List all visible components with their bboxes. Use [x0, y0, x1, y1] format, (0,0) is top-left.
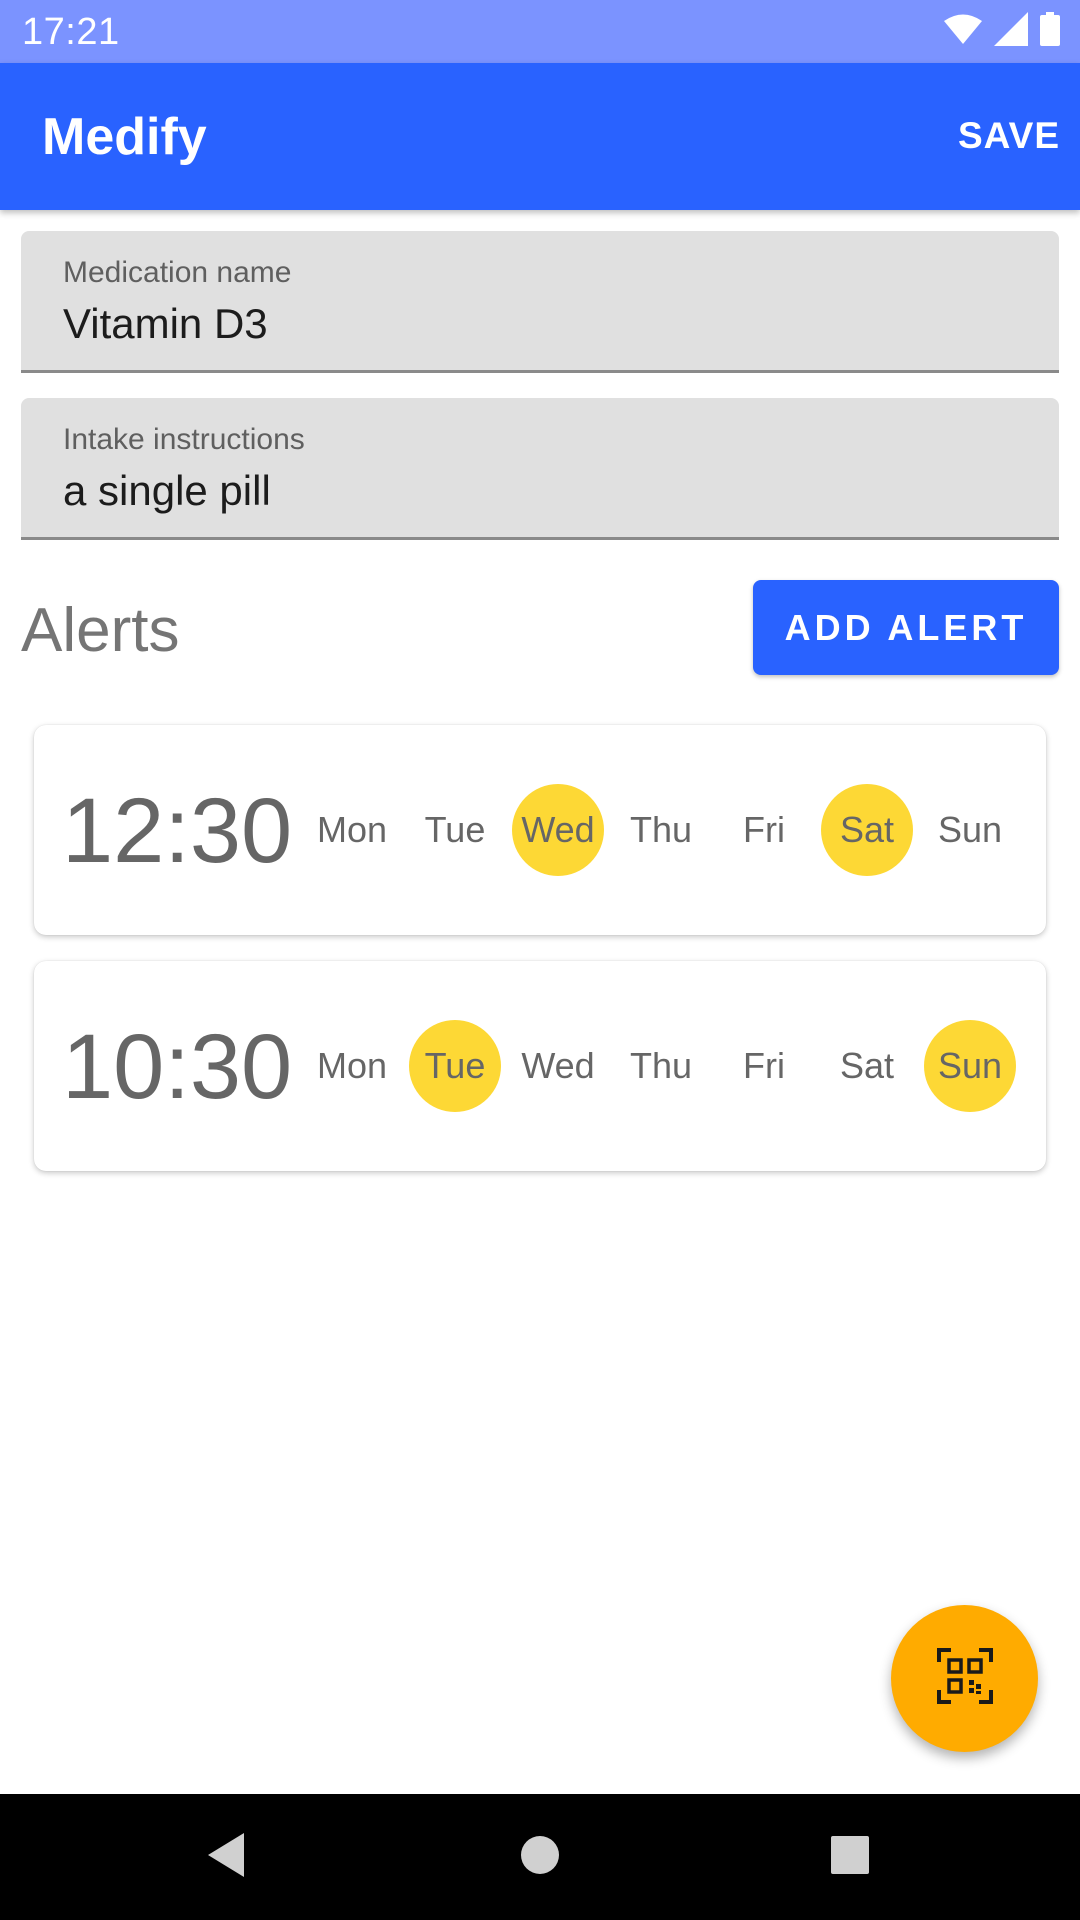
navigation-bar	[0, 1794, 1080, 1920]
day-toggle-tue[interactable]: Tue	[409, 784, 501, 876]
save-button[interactable]: SAVE	[958, 111, 1060, 161]
day-toggle-sat[interactable]: Sat	[821, 784, 913, 876]
day-toggle-mon[interactable]: Mon	[306, 784, 398, 876]
home-icon	[520, 1835, 560, 1880]
recents-button[interactable]	[820, 1827, 880, 1887]
app-title: Medify	[42, 108, 207, 166]
medication-name-label: Medication name	[63, 256, 292, 289]
home-button[interactable]	[510, 1827, 570, 1887]
status-bar: 17:21	[0, 0, 1080, 63]
intake-instructions-value[interactable]: a single pill	[63, 466, 271, 516]
medication-name-field[interactable]: Medication name Vitamin D3	[21, 231, 1059, 373]
wifi-icon	[944, 14, 982, 49]
day-toggle-thu[interactable]: Thu	[615, 784, 707, 876]
signal-icon	[994, 11, 1028, 51]
intake-instructions-field[interactable]: Intake instructions a single pill	[21, 398, 1059, 540]
alert-time[interactable]: 10:30	[62, 1017, 292, 1117]
day-toggle-sat[interactable]: Sat	[821, 1020, 913, 1112]
intake-instructions-label: Intake instructions	[63, 423, 305, 456]
recents-icon	[830, 1835, 870, 1880]
add-alert-button[interactable]: ADD ALERT	[753, 580, 1059, 675]
status-time: 17:21	[22, 11, 120, 53]
alert-time[interactable]: 12:30	[62, 781, 292, 881]
day-toggle-fri[interactable]: Fri	[718, 1020, 810, 1112]
alert-card[interactable]: 10:30 Mon Tue Wed Thu Fri Sat Sun	[34, 961, 1046, 1171]
qr-code-scan-icon	[936, 1648, 993, 1709]
day-toggle-tue[interactable]: Tue	[409, 1020, 501, 1112]
day-toggle-sun[interactable]: Sun	[924, 1020, 1016, 1112]
app-bar: Medify SAVE	[0, 63, 1080, 210]
scan-qr-button[interactable]	[891, 1605, 1038, 1752]
day-toggle-sun[interactable]: Sun	[924, 784, 1016, 876]
day-toggle-mon[interactable]: Mon	[306, 1020, 398, 1112]
alerts-heading: Alerts	[21, 596, 180, 665]
day-toggle-wed[interactable]: Wed	[512, 1020, 604, 1112]
day-toggle-thu[interactable]: Thu	[615, 1020, 707, 1112]
back-button[interactable]	[196, 1827, 256, 1887]
medication-name-value[interactable]: Vitamin D3	[63, 299, 268, 349]
battery-icon	[1040, 11, 1060, 51]
day-toggle-fri[interactable]: Fri	[718, 784, 810, 876]
alert-card[interactable]: 12:30 Mon Tue Wed Thu Fri Sat Sun	[34, 725, 1046, 935]
day-toggle-wed[interactable]: Wed	[512, 784, 604, 876]
back-icon	[204, 1831, 248, 1884]
status-icons	[944, 11, 1060, 51]
